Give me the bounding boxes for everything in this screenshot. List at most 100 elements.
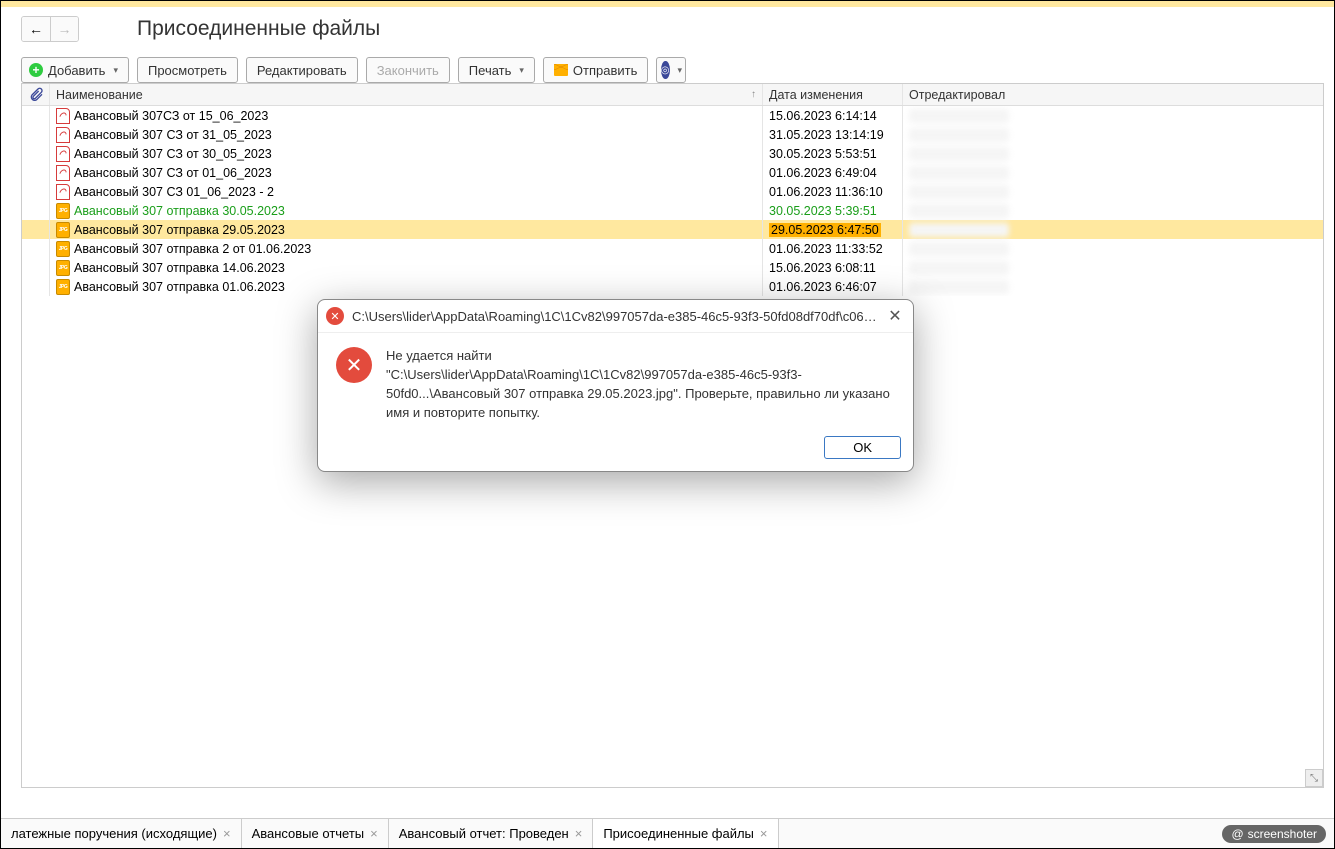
file-date: 01.06.2023 6:49:04 <box>769 166 877 180</box>
send-button[interactable]: Отправить <box>543 57 648 83</box>
row-icon-cell <box>22 125 50 144</box>
redacted-editor <box>909 128 1009 142</box>
row-date-cell: 01.06.2023 11:33:52 <box>763 239 903 258</box>
close-icon[interactable]: × <box>370 826 378 841</box>
close-icon[interactable]: × <box>575 826 583 841</box>
table-row[interactable]: Авансовый 307 отправка 29.05.2023 29.05.… <box>22 220 1323 239</box>
table-row[interactable]: Авансовый 307 отправка 2 от 01.06.2023 0… <box>22 239 1323 258</box>
jpg-file-icon <box>56 279 70 295</box>
watermark: @ screenshoter <box>1222 825 1326 843</box>
header-date[interactable]: Дата изменения <box>763 84 903 105</box>
window-tab[interactable]: Авансовые отчеты× <box>242 819 389 848</box>
redacted-editor <box>909 280 1009 294</box>
table-row[interactable]: Авансовый 307 отправка 30.05.2023 30.05.… <box>22 201 1323 220</box>
row-icon-cell <box>22 258 50 277</box>
header-name[interactable]: Наименование ↑ <box>50 84 763 105</box>
view-button[interactable]: Просмотреть <box>137 57 238 83</box>
table-header: Наименование ↑ Дата изменения Отредактир… <box>22 84 1323 106</box>
print-label: Печать <box>469 63 512 78</box>
round-badge-icon: ◎ <box>661 61 670 79</box>
row-icon-cell <box>22 201 50 220</box>
window-tab[interactable]: Присоединенные файлы × <box>593 819 778 848</box>
file-date: 15.06.2023 6:14:14 <box>769 109 877 123</box>
file-date: 31.05.2023 13:14:19 <box>769 128 884 142</box>
redacted-editor <box>909 204 1009 218</box>
row-name-cell: Авансовый 307 СЗ 01_06_2023 - 2 <box>50 182 763 201</box>
window-tab[interactable]: Авансовый отчет: Проведен× <box>389 819 594 848</box>
paperclip-icon <box>28 87 44 103</box>
edit-button[interactable]: Редактировать <box>246 57 358 83</box>
row-name-cell: Авансовый 307 СЗ от 31_05_2023 <box>50 125 763 144</box>
row-editor-cell <box>903 106 1323 125</box>
row-date-cell: 01.06.2023 6:49:04 <box>763 163 903 182</box>
row-editor-cell <box>903 163 1323 182</box>
close-icon[interactable]: ✕ <box>885 306 905 326</box>
close-icon[interactable]: × <box>223 826 231 841</box>
file-date: 01.06.2023 11:36:10 <box>769 185 883 199</box>
row-date-cell: 15.06.2023 6:14:14 <box>763 106 903 125</box>
extra-action-button[interactable]: ◎ ▾ <box>656 57 686 83</box>
table-row[interactable]: Авансовый 307 СЗ от 01_06_2023 01.06.202… <box>22 163 1323 182</box>
file-name: Авансовый 307 отправка 30.05.2023 <box>74 204 285 218</box>
row-name-cell: Авансовый 307 отправка 30.05.2023 <box>50 201 763 220</box>
page-title: Присоединенные файлы <box>137 17 380 41</box>
add-button[interactable]: + Добавить ▾ <box>21 57 129 83</box>
file-date: 01.06.2023 6:46:07 <box>769 280 877 294</box>
plus-icon: + <box>29 63 43 77</box>
dialog-titlebar: ✕ C:\Users\lider\AppData\Roaming\1C\1Cv8… <box>318 300 913 333</box>
redacted-editor <box>909 109 1009 123</box>
table-row[interactable]: Авансовый 307 СЗ от 31_05_2023 31.05.202… <box>22 125 1323 144</box>
redacted-editor <box>909 242 1009 256</box>
header-attachment-icon[interactable] <box>22 84 50 105</box>
table-row[interactable]: Авансовый 307 отправка 01.06.2023 01.06.… <box>22 277 1323 296</box>
print-button[interactable]: Печать ▾ <box>458 57 535 83</box>
forward-button[interactable]: → <box>50 17 78 41</box>
redacted-editor <box>909 261 1009 275</box>
file-name: Авансовый 307 отправка 29.05.2023 <box>74 223 285 237</box>
header-editor[interactable]: Отредактировал <box>903 84 1323 105</box>
file-date: 30.05.2023 5:53:51 <box>769 147 877 161</box>
file-name: Авансовый 307 СЗ от 31_05_2023 <box>74 128 272 142</box>
file-name: Авансовый 307 отправка 01.06.2023 <box>74 280 285 294</box>
row-name-cell: Авансовый 307 отправка 14.06.2023 <box>50 258 763 277</box>
row-editor-cell <box>903 144 1323 163</box>
file-name: Авансовый 307 СЗ от 30_05_2023 <box>74 147 272 161</box>
table-row[interactable]: Авансовый 307 отправка 14.06.2023 15.06.… <box>22 258 1323 277</box>
chevron-down-icon: ▾ <box>678 65 683 76</box>
redacted-editor <box>909 147 1009 161</box>
tabs-bar: латежные поручения (исходящие)×Авансовые… <box>1 818 1334 848</box>
at-icon: @ <box>1231 827 1243 841</box>
file-name: Авансовый 307 СЗ 01_06_2023 - 2 <box>74 185 274 199</box>
error-icon: ✕ <box>326 307 344 325</box>
redacted-editor <box>909 223 1009 237</box>
row-name-cell: Авансовый 307 СЗ от 30_05_2023 <box>50 144 763 163</box>
pdf-file-icon <box>56 165 70 181</box>
window-tab[interactable]: латежные поручения (исходящие)× <box>1 819 242 848</box>
chevron-down-icon: ▾ <box>519 65 524 76</box>
redacted-editor <box>909 185 1009 199</box>
pdf-file-icon <box>56 127 70 143</box>
dialog-message: Не удается найти "C:\Users\lider\AppData… <box>386 347 895 422</box>
finish-button: Закончить <box>366 57 450 83</box>
ok-button[interactable]: OK <box>824 436 901 459</box>
row-editor-cell <box>903 182 1323 201</box>
table-row[interactable]: Авансовый 307 СЗ 01_06_2023 - 2 01.06.20… <box>22 182 1323 201</box>
add-label: Добавить <box>48 63 105 78</box>
nav-buttons: ← → <box>21 16 79 42</box>
row-editor-cell <box>903 239 1323 258</box>
redacted-editor <box>909 166 1009 180</box>
table-row[interactable]: Авансовый 307СЗ от 15_06_2023 15.06.2023… <box>22 106 1323 125</box>
file-date: 29.05.2023 6:47:50 <box>769 223 881 237</box>
close-icon[interactable]: × <box>760 826 768 841</box>
row-icon-cell <box>22 163 50 182</box>
row-editor-cell <box>903 277 1323 296</box>
row-date-cell: 15.06.2023 6:08:11 <box>763 258 903 277</box>
chevron-down-icon: ▾ <box>113 65 118 76</box>
file-name: Авансовый 307 СЗ от 01_06_2023 <box>74 166 272 180</box>
scroll-corner[interactable]: ⤡ <box>1305 769 1323 787</box>
row-name-cell: Авансовый 307 отправка 2 от 01.06.2023 <box>50 239 763 258</box>
table-row[interactable]: Авансовый 307 СЗ от 30_05_2023 30.05.202… <box>22 144 1323 163</box>
tab-label: Присоединенные файлы <box>603 826 754 841</box>
back-button[interactable]: ← <box>22 17 50 41</box>
jpg-file-icon <box>56 260 70 276</box>
